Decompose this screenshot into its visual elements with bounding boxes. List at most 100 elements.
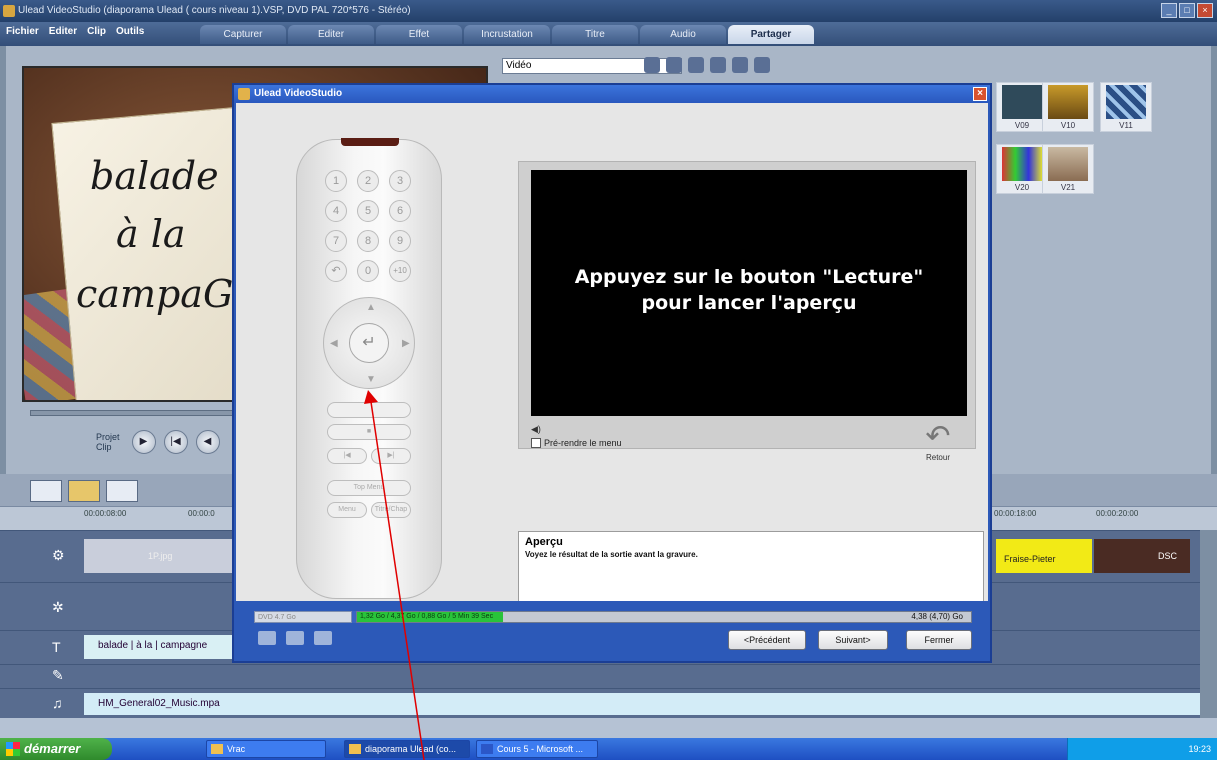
disc-usage-bar: 1,32 Go / 4,37 Go / 0,88 Go / 5 Min 39 S…: [356, 611, 972, 623]
speaker-icon[interactable]: ◀): [531, 424, 541, 435]
title-chapter-button[interactable]: Titre/Chap: [371, 502, 411, 518]
minimize-icon[interactable]: _: [1161, 3, 1177, 18]
disc-type-select[interactable]: DVD 4.7 Go: [254, 611, 352, 623]
voice-track[interactable]: ✎: [0, 664, 1200, 688]
folder-icon[interactable]: [666, 57, 682, 73]
title-clip[interactable]: balade | à la | campagne: [84, 635, 234, 659]
menu-fichier[interactable]: Fichier: [6, 26, 39, 37]
dropdown-icon[interactable]: [644, 57, 660, 73]
tab-partager[interactable]: Partager: [728, 25, 814, 44]
taskbar-item-videostudio[interactable]: diaporama Ulead (co...: [344, 740, 470, 758]
app-icon: [3, 5, 15, 17]
disc-usage-row: DVD 4.7 Go 1,32 Go / 4,37 Go / 0,88 Go /…: [254, 611, 972, 623]
taskbar-item-folder[interactable]: Vrac: [206, 740, 326, 758]
music-track-icon: ♫: [52, 695, 63, 711]
stop-button[interactable]: ■: [327, 424, 411, 440]
thumb-v09[interactable]: V09: [996, 82, 1048, 132]
undo-arrow-icon: ↶: [925, 420, 951, 453]
preview-screen[interactable]: Appuyez sur le bouton "Lecture" pour lan…: [531, 170, 967, 416]
title-track-icon: T: [52, 639, 61, 655]
key-plus10[interactable]: +10: [389, 260, 411, 282]
thumb-v10[interactable]: V10: [1042, 82, 1094, 132]
overlay-clip[interactable]: Fraise-Pieter: [996, 539, 1092, 573]
tab-incrustation[interactable]: Incrustation: [464, 25, 550, 44]
key-5[interactable]: 5: [357, 200, 379, 222]
key-back[interactable]: ↶: [325, 260, 347, 282]
thumb-v20[interactable]: V20: [996, 144, 1048, 194]
prerender-option[interactable]: Pré-rendre le menu: [531, 438, 622, 448]
mode-projet[interactable]: Projet: [96, 432, 120, 442]
list-icon[interactable]: [258, 631, 276, 645]
mode-labels[interactable]: Projet Clip: [96, 432, 120, 452]
key-1[interactable]: 1: [325, 170, 347, 192]
options-icon[interactable]: [732, 57, 748, 73]
menu-clip[interactable]: Clip: [87, 26, 106, 37]
storyboard-view-button[interactable]: [30, 480, 62, 502]
top-menu-button[interactable]: Top Menu: [327, 480, 411, 496]
enter-icon[interactable]: ↵: [349, 323, 389, 363]
video-clip[interactable]: 1P.jpg: [84, 539, 232, 573]
key-0[interactable]: 0: [357, 260, 379, 282]
close-icon[interactable]: ×: [1197, 3, 1213, 18]
previous-button[interactable]: <Précédent: [728, 630, 806, 650]
retour-button[interactable]: ↶ Retour: [916, 420, 960, 463]
thumb-v11[interactable]: V11: [1100, 82, 1152, 132]
grid-icon[interactable]: [710, 57, 726, 73]
windows-logo-icon: [6, 742, 20, 756]
close-button[interactable]: Fermer: [906, 630, 972, 650]
taskbar: démarrer Vrac diaporama Ulead (co... Cou…: [0, 738, 1217, 760]
prev-frame-icon[interactable]: ◀: [195, 430, 220, 454]
timeline-view-button[interactable]: [68, 480, 100, 502]
key-8[interactable]: 8: [357, 230, 379, 252]
dialog-title-bar: Ulead VideoStudio ×: [234, 85, 990, 103]
key-4[interactable]: 4: [325, 200, 347, 222]
menu-editer[interactable]: Editer: [49, 26, 77, 37]
key-9[interactable]: 9: [389, 230, 411, 252]
key-3[interactable]: 3: [389, 170, 411, 192]
maximize-icon[interactable]: □: [1179, 3, 1195, 18]
key-2[interactable]: 2: [357, 170, 379, 192]
menu-outils[interactable]: Outils: [116, 26, 144, 37]
remote-control: 1 2 3 4 5 6 7 8 9 ↶ 0 +10 ▲ ▼ ◀ ▶ ↵ ■ |◀…: [296, 138, 442, 599]
key-7[interactable]: 7: [325, 230, 347, 252]
audio-view-button[interactable]: [106, 480, 138, 502]
remote-dpad[interactable]: ▲ ▼ ◀ ▶ ↵: [323, 297, 415, 389]
preview-message-line2: pour lancer l'aperçu: [641, 292, 857, 314]
prev-chapter-button[interactable]: |◀: [327, 448, 367, 464]
library-toolbar: [644, 57, 770, 73]
video-clip-2[interactable]: DSC: [1094, 539, 1190, 573]
thumb-v21[interactable]: V21: [1042, 144, 1094, 194]
next-chapter-button[interactable]: ▶|: [371, 448, 411, 464]
right-arrow-icon[interactable]: ▶: [402, 338, 410, 349]
taskbar-item-word[interactable]: Cours 5 - Microsoft ...: [476, 740, 598, 758]
menu-button[interactable]: Menu: [327, 502, 367, 518]
tab-capturer[interactable]: Capturer: [200, 25, 286, 44]
up-arrow-icon[interactable]: ▲: [366, 302, 376, 313]
dialog-close-icon[interactable]: ×: [973, 87, 987, 101]
key-6[interactable]: 6: [389, 200, 411, 222]
home-icon[interactable]: |◀: [163, 430, 188, 454]
music-clip[interactable]: HM_General02_Music.mpa: [84, 693, 1200, 715]
info-title: Aperçu: [525, 536, 563, 548]
expand-icon[interactable]: [754, 57, 770, 73]
down-arrow-icon[interactable]: ▼: [366, 374, 376, 385]
next-button[interactable]: Suivant>: [818, 630, 888, 650]
tab-audio[interactable]: Audio: [640, 25, 726, 44]
clock: 19:23: [1188, 744, 1211, 754]
mode-clip[interactable]: Clip: [96, 442, 120, 452]
tab-editer[interactable]: Editer: [288, 25, 374, 44]
dialog-app-icon: [238, 88, 250, 100]
music-track[interactable]: ♫ HM_General02_Music.mpa: [0, 688, 1200, 718]
disc-icon[interactable]: [314, 631, 332, 645]
tab-titre[interactable]: Titre: [552, 25, 638, 44]
timeline-scrollbar[interactable]: [0, 718, 1217, 738]
play-icon[interactable]: ▶: [131, 430, 156, 454]
import-icon[interactable]: [688, 57, 704, 73]
left-arrow-icon[interactable]: ◀: [330, 338, 338, 349]
player-controls: Projet Clip ▶ |◀ ◀: [96, 430, 220, 454]
settings-icon[interactable]: [286, 631, 304, 645]
play-bar-button[interactable]: [327, 402, 411, 418]
tab-effet[interactable]: Effet: [376, 25, 462, 44]
prerender-checkbox[interactable]: [531, 438, 541, 448]
start-button[interactable]: démarrer: [0, 738, 112, 760]
